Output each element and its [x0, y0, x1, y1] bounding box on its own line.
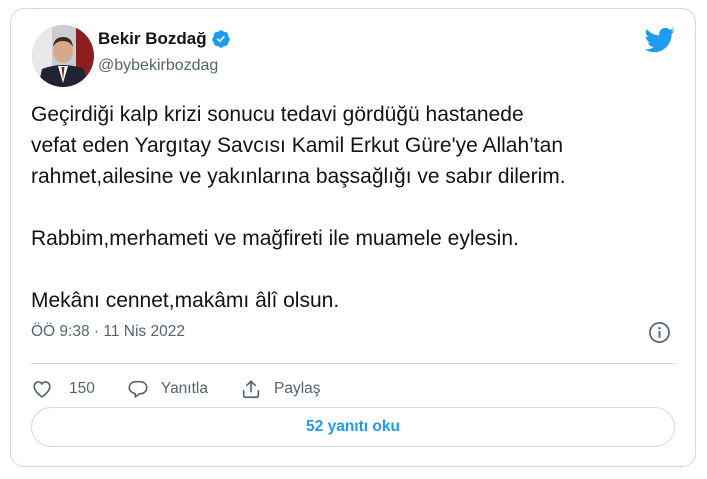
action-bar: 150 Yanıtla Paylaş — [31, 373, 321, 405]
like-count: 150 — [69, 380, 95, 397]
author-handle[interactable]: @bybekirbozdag — [98, 57, 218, 75]
reply-label: Yanıtla — [160, 380, 208, 397]
share-icon — [242, 380, 260, 399]
tweet-timestamp[interactable]: ÖÖ 9:38 · 11 Nis 2022 — [31, 323, 185, 341]
tweet-card: Bekir Bozdağ @bybekirbozdag Geçirdiği ka… — [10, 8, 696, 467]
divider — [31, 363, 675, 364]
heart-icon — [33, 381, 51, 398]
reply-bubble-icon — [128, 380, 148, 398]
tweet-text: Geçirdiği kalp krizi sonucu tedavi gördü… — [31, 103, 566, 312]
verified-badge-icon — [211, 30, 230, 48]
reply-button[interactable]: Yanıtla — [127, 378, 208, 400]
share-button[interactable]: Paylaş — [240, 378, 321, 400]
like-button[interactable]: 150 — [31, 378, 127, 400]
share-label: Paylaş — [273, 380, 321, 397]
read-replies-button[interactable]: 52 yanıtı oku — [31, 407, 675, 447]
avatar[interactable] — [32, 25, 94, 87]
author-name-row[interactable]: Bekir Bozdağ — [98, 29, 231, 49]
twitter-bird-icon[interactable] — [645, 27, 675, 53]
info-icon[interactable] — [648, 321, 671, 344]
author-name[interactable]: Bekir Bozdağ — [98, 29, 207, 49]
